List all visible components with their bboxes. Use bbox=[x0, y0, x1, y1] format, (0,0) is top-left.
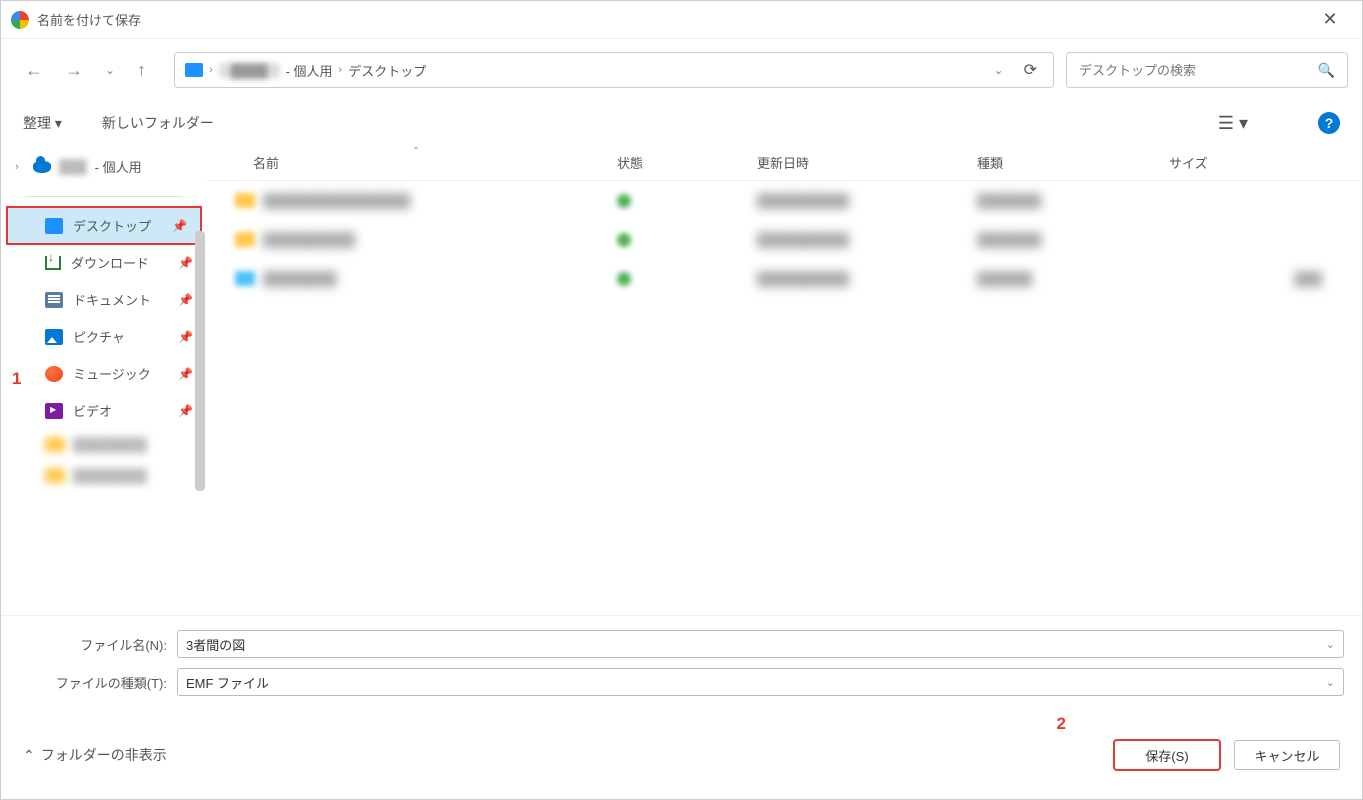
chevron-right-icon[interactable]: › bbox=[15, 161, 25, 173]
download-icon bbox=[45, 256, 61, 270]
pin-icon[interactable]: 📌 bbox=[178, 330, 193, 344]
sidebar-item-blurred[interactable]: ████████ bbox=[1, 460, 207, 491]
sidebar-item-documents[interactable]: ドキュメント 📌 bbox=[1, 281, 207, 318]
chevron-down-icon[interactable]: ⌄ bbox=[1326, 638, 1335, 651]
chevron-up-icon: ⌃ bbox=[23, 747, 35, 764]
callout-2: 2 bbox=[1057, 714, 1066, 734]
sidebar-item-label: ドキュメント bbox=[73, 290, 151, 309]
sidebar-item-label: ミュージック bbox=[73, 364, 151, 383]
pin-icon[interactable]: 📌 bbox=[178, 256, 193, 270]
footer: ⌃ フォルダーの非表示 2 保存(S) キャンセル bbox=[1, 714, 1362, 788]
filename-label: ファイル名(N): bbox=[19, 635, 177, 654]
sidebar-item-label: デスクトップ bbox=[73, 216, 151, 235]
sidebar-item-label: ピクチャ bbox=[73, 327, 125, 346]
onedrive-icon bbox=[33, 161, 51, 173]
file-row[interactable]: ██████████ ██████████ ███████ bbox=[207, 220, 1362, 259]
forward-button[interactable]: → bbox=[65, 60, 83, 81]
sidebar-item-downloads[interactable]: ダウンロード 📌 bbox=[1, 244, 207, 281]
address-bar[interactable]: › ████ - 個人用 › デスクトップ ⌄ ⟳ bbox=[174, 52, 1054, 88]
column-headers: 名前⌃ 状態 更新日時 種類 サイズ bbox=[207, 145, 1362, 181]
dialog-title: 名前を付けて保存 bbox=[37, 10, 1308, 29]
sidebar: › ███ - 個人用 1 デスクトップ 📌 ダウンロード 📌 ドキュメント 📌… bbox=[1, 145, 207, 615]
filetype-select[interactable]: EMF ファイル ⌄ bbox=[177, 668, 1344, 696]
file-list: 名前⌃ 状態 更新日時 種類 サイズ ████████████████ ████… bbox=[207, 145, 1362, 615]
search-icon[interactable]: 🔍 bbox=[1318, 62, 1335, 79]
picture-icon bbox=[45, 329, 63, 345]
breadcrumb-user-suffix[interactable]: - 個人用 bbox=[286, 61, 333, 80]
search-box[interactable]: 🔍 bbox=[1066, 52, 1348, 88]
sidebar-item-music[interactable]: ミュージック 📌 bbox=[1, 355, 207, 392]
sidebar-item-label: ダウンロード bbox=[71, 253, 149, 272]
desktop-icon bbox=[45, 218, 63, 234]
help-button[interactable]: ? bbox=[1318, 112, 1340, 134]
breadcrumb-current[interactable]: デスクトップ bbox=[348, 61, 426, 80]
column-type[interactable]: 種類 bbox=[977, 153, 1169, 172]
toolbar: 整理 ▾ 新しいフォルダー ☰ ▾ ? bbox=[1, 101, 1362, 145]
filename-input[interactable]: 3者間の図 ⌄ bbox=[177, 630, 1344, 658]
chevron-down-icon[interactable]: ⌄ bbox=[1326, 676, 1335, 689]
nav-row: ← → ⌄ ↑ › ████ - 個人用 › デスクトップ ⌄ ⟳ 🔍 bbox=[1, 39, 1362, 101]
music-icon bbox=[45, 366, 63, 382]
column-size[interactable]: サイズ bbox=[1169, 153, 1362, 172]
view-mode-button[interactable]: ☰ ▾ bbox=[1218, 113, 1248, 134]
organize-button[interactable]: 整理 ▾ bbox=[23, 113, 62, 133]
sidebar-item-desktop[interactable]: デスクトップ 📌 bbox=[7, 207, 201, 244]
sort-asc-icon: ⌃ bbox=[412, 146, 420, 157]
pin-icon[interactable]: 📌 bbox=[178, 404, 193, 418]
up-button[interactable]: ↑ bbox=[137, 60, 146, 81]
back-button[interactable]: ← bbox=[25, 60, 43, 81]
hide-folders-toggle[interactable]: ⌃ フォルダーの非表示 bbox=[23, 745, 167, 765]
tree-user-label: - 個人用 bbox=[95, 157, 142, 176]
file-row[interactable]: ████████████████ ██████████ ███████ bbox=[207, 181, 1362, 220]
titlebar: 名前を付けて保存 ✕ bbox=[1, 1, 1362, 39]
location-icon bbox=[185, 63, 203, 77]
close-button[interactable]: ✕ bbox=[1308, 5, 1352, 35]
column-state[interactable]: 状態 bbox=[617, 153, 757, 172]
save-form: ファイル名(N): 3者間の図 ⌄ ファイルの種類(T): EMF ファイル ⌄ bbox=[1, 615, 1362, 714]
pin-icon[interactable]: 📌 bbox=[172, 219, 187, 233]
sidebar-item-videos[interactable]: ビデオ 📌 bbox=[1, 392, 207, 429]
save-button[interactable]: 保存(S) bbox=[1114, 740, 1220, 770]
video-icon bbox=[45, 403, 63, 419]
chevron-right-icon: › bbox=[339, 64, 343, 76]
pin-icon[interactable]: 📌 bbox=[178, 367, 193, 381]
search-input[interactable] bbox=[1079, 63, 1318, 78]
pin-icon[interactable]: 📌 bbox=[178, 293, 193, 307]
column-date[interactable]: 更新日時 bbox=[757, 153, 977, 172]
breadcrumb-user-blurred[interactable]: ████ bbox=[219, 63, 280, 78]
sidebar-scrollbar[interactable] bbox=[195, 231, 205, 491]
chevron-right-icon: › bbox=[209, 64, 213, 76]
app-icon bbox=[11, 11, 29, 29]
document-icon bbox=[45, 292, 63, 308]
sidebar-divider bbox=[25, 196, 183, 197]
cancel-button[interactable]: キャンセル bbox=[1234, 740, 1340, 770]
refresh-button[interactable]: ⟳ bbox=[1018, 60, 1043, 80]
column-name[interactable]: 名前⌃ bbox=[207, 153, 617, 172]
filetype-label: ファイルの種類(T): bbox=[19, 673, 177, 692]
callout-1: 1 bbox=[12, 369, 21, 389]
new-folder-button[interactable]: 新しいフォルダー bbox=[102, 113, 214, 133]
file-row[interactable]: ████████ ██████████ ██████ ███ bbox=[207, 259, 1362, 298]
address-dropdown[interactable]: ⌄ bbox=[986, 63, 1012, 77]
tree-user-personal[interactable]: › ███ - 個人用 bbox=[1, 151, 207, 182]
recent-dropdown[interactable]: ⌄ bbox=[105, 63, 115, 77]
sidebar-item-blurred[interactable]: ████████ bbox=[1, 429, 207, 460]
sidebar-item-label: ビデオ bbox=[73, 401, 112, 420]
sidebar-item-pictures[interactable]: ピクチャ 📌 bbox=[1, 318, 207, 355]
